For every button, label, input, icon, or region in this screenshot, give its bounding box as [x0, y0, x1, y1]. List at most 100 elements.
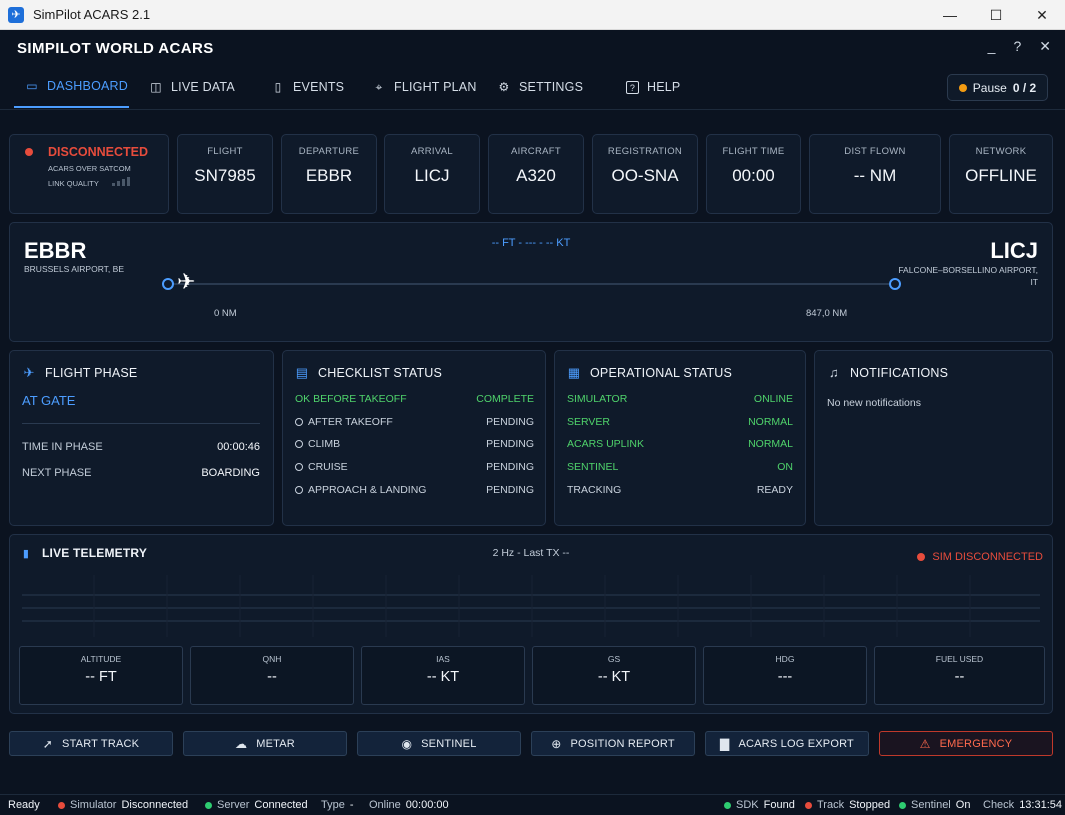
stat-value: LICJ — [414, 166, 450, 185]
telemetry-label: IAS — [436, 654, 450, 664]
row-label: TIME IN PHASE — [22, 441, 103, 453]
warning-icon: ⚠ — [919, 736, 931, 751]
status-sentinel: Sentinel On — [899, 799, 970, 811]
status-value: 00:00:00 — [405, 799, 449, 811]
pause-label: Pause — [972, 80, 1007, 95]
chart-icon: ◫ — [150, 80, 162, 94]
status-label: SDK — [736, 799, 759, 811]
window-titlebar: ✈ SimPilot ACARS 2.1 — ☐ ✕ — [0, 0, 1065, 30]
status-track: Track Stopped — [805, 799, 890, 811]
pause-button[interactable]: Pause 0 / 2 — [947, 74, 1048, 101]
current-phase: AT GATE — [22, 393, 76, 408]
checklist-item[interactable]: CLIMB PENDING — [295, 438, 534, 450]
operational-item-label: SIMULATOR — [567, 393, 628, 405]
checklist-item-status: COMPLETE — [476, 393, 534, 405]
departure-node — [162, 278, 174, 290]
connection-status-dot — [25, 148, 33, 156]
checklist-item-label: AFTER TAKEOFF — [308, 416, 393, 428]
telemetry-value: -- KT — [597, 669, 631, 685]
window-maximize-button[interactable]: ☐ — [973, 0, 1019, 30]
checklist-panel: ▤ CHECKLIST STATUS OK BEFORE TAKEOFF COM… — [282, 350, 546, 526]
tab-events[interactable]: ▯ EVENTS — [271, 66, 344, 108]
route-total-distance: 847,0 NM — [806, 308, 848, 319]
status-dot — [724, 801, 731, 809]
metar-button[interactable]: ☁ METAR — [183, 731, 347, 756]
app-minimize-button[interactable]: _ — [988, 38, 996, 55]
button-label: ACARS LOG EXPORT — [738, 737, 854, 750]
sentinel-button[interactable]: ◉ SENTINEL — [357, 731, 521, 756]
stat-label: ARRIVAL — [410, 146, 454, 157]
operational-item-label: SENTINEL — [567, 461, 619, 473]
status-label: Simulator — [70, 799, 117, 811]
checklist-item[interactable]: CRUISE PENDING — [295, 461, 534, 473]
route-track-line — [172, 283, 896, 285]
checklist-item[interactable]: AFTER TAKEOFF PENDING — [295, 416, 534, 428]
checklist-item-status: PENDING — [486, 416, 534, 428]
button-label: METAR — [256, 737, 295, 750]
bell-icon: ♫ — [829, 365, 839, 380]
stat-label: NETWORK — [975, 146, 1027, 157]
position-report-button[interactable]: ⊕ POSITION REPORT — [531, 731, 695, 756]
acars-log-export-button[interactable]: ▇ ACARS LOG EXPORT — [705, 731, 869, 756]
time-in-phase-row: TIME IN PHASE 00:00:46 — [22, 441, 260, 453]
status-simulator: Simulator Disconnected — [58, 799, 188, 811]
operational-item-status: READY — [756, 484, 793, 496]
operational-item: SERVER NORMAL — [567, 416, 793, 428]
stat-value: SN7985 — [194, 166, 256, 185]
notifications-title: NOTIFICATIONS — [850, 365, 949, 380]
checklist-item[interactable]: OK BEFORE TAKEOFF COMPLETE — [295, 393, 534, 405]
status-online: Online 00:00:00 — [369, 799, 449, 811]
stat-label: REGISTRATION — [607, 146, 683, 157]
tab-settings[interactable]: ⚙ SETTINGS — [497, 66, 583, 108]
sim-status: SIM DISCONNECTED — [917, 551, 1043, 563]
arrival-name: FALCONE–BORSELLINO AIRPORT, IT — [898, 265, 1038, 287]
panel-title: ✈ FLIGHT PHASE — [22, 365, 137, 381]
status-value: Found — [763, 799, 795, 811]
stat-value: 00:00 — [732, 166, 775, 185]
tab-dashboard[interactable]: ▭ DASHBOARD — [14, 66, 129, 108]
notifications-empty-message: No new notifications — [827, 397, 921, 409]
operational-item: SIMULATOR ONLINE — [567, 393, 793, 405]
telemetry-box-qnh: QNH -- — [190, 646, 354, 705]
operational-item-status: NORMAL — [748, 438, 793, 450]
main-nav: ▭ DASHBOARD ◫ LIVE DATA ▯ EVENTS ⌖ FLIGH… — [0, 66, 1065, 110]
status-label: Sentinel — [911, 799, 951, 811]
flight-phase-panel: ✈ FLIGHT PHASE AT GATE TIME IN PHASE 00:… — [9, 350, 274, 526]
stat-card-registration: REGISTRATION OO-SNA — [592, 134, 698, 214]
checklist-item[interactable]: APPROACH & LANDING PENDING — [295, 484, 534, 496]
tab-live-data[interactable]: ◫ LIVE DATA — [149, 66, 235, 108]
stat-label: AIRCRAFT — [511, 146, 561, 157]
stat-card-aircraft: AIRCRAFT A320 — [488, 134, 584, 214]
app-close-button[interactable]: ✕ — [1039, 38, 1051, 55]
operational-item: SENTINEL ON — [567, 461, 793, 473]
departure-name: BRUSSELS AIRPORT, BE — [24, 264, 124, 274]
stat-card-flight-time: FLIGHT TIME 00:00 — [706, 134, 801, 214]
window-minimize-button[interactable]: — — [927, 0, 973, 30]
airplane-icon: ✈ — [23, 365, 35, 380]
circle-icon — [295, 463, 303, 471]
tab-help[interactable]: ? HELP — [626, 66, 680, 108]
start-track-button[interactable]: ➚ START TRACK — [9, 731, 173, 756]
telemetry-value: -- KT — [426, 669, 460, 685]
cursor-icon: ➚ — [42, 736, 54, 751]
airplane-icon: ✈ — [177, 269, 196, 294]
telemetry-label: HDG — [775, 654, 795, 664]
gear-icon: ⚙ — [498, 80, 510, 94]
clipboard-icon: ▤ — [295, 365, 309, 380]
button-label: SENTINEL — [421, 737, 477, 750]
panel-title: ▦ OPERATIONAL STATUS — [567, 365, 732, 381]
app-title: SIMPILOT WORLD ACARS — [17, 40, 214, 57]
tab-flight-plan[interactable]: ⌖ FLIGHT PLAN — [372, 66, 477, 108]
window-close-button[interactable]: ✕ — [1019, 0, 1065, 30]
telemetry-label: QNH — [262, 654, 282, 664]
emergency-button[interactable]: ⚠ EMERGENCY — [879, 731, 1053, 756]
stat-card-departure: DEPARTURE EBBR — [281, 134, 377, 214]
operational-item-label: TRACKING — [567, 484, 622, 496]
route-start-distance: 0 NM — [214, 308, 237, 319]
sim-status-dot — [917, 553, 926, 561]
checklist-item-status: PENDING — [486, 438, 534, 450]
status-label: Type — [321, 799, 345, 811]
tab-label: HELP — [647, 80, 681, 94]
status-label: Online — [369, 799, 401, 811]
app-help-button[interactable]: ? — [1013, 38, 1021, 55]
